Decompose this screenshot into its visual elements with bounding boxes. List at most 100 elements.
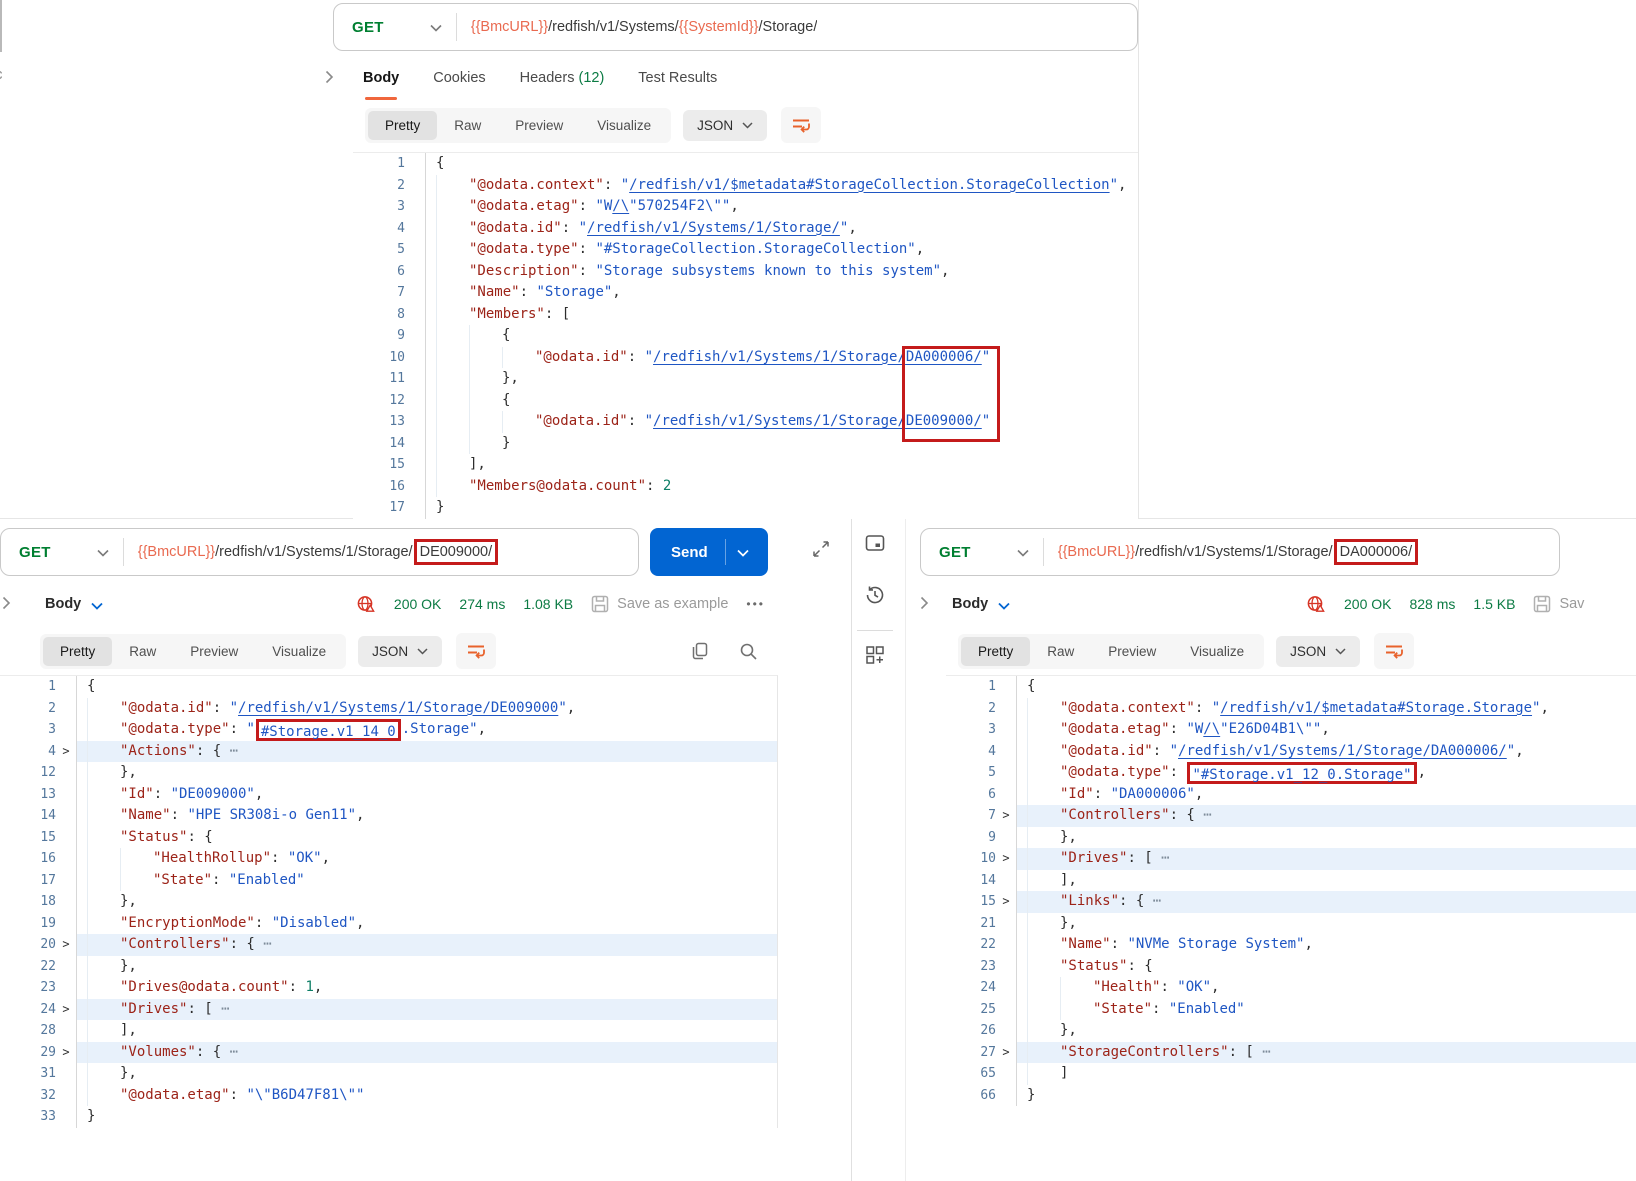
fold-gutter: [56, 913, 76, 935]
response-tab-test-results[interactable]: Test Results: [638, 62, 717, 96]
pane-divider[interactable]: [851, 519, 852, 1181]
fold-gutter: [996, 762, 1016, 784]
history-icon[interactable]: [863, 583, 887, 612]
network-warning-icon[interactable]: [356, 595, 376, 614]
chevron-down-icon[interactable]: [430, 19, 442, 37]
related-collections-icon[interactable]: [863, 643, 887, 672]
code-line-content: },: [425, 368, 1138, 390]
view-tab-visualize[interactable]: Visualize: [255, 637, 343, 666]
json-link[interactable]: /redfish/v1/Systems/1/Storage/: [587, 218, 840, 240]
view-tab-visualize[interactable]: Visualize: [1173, 637, 1261, 666]
url-input[interactable]: {{BmcURL}}/redfish/v1/Systems/{{SystemId…: [457, 19, 818, 35]
line-number: 1: [353, 153, 405, 175]
line-number: 5: [353, 239, 405, 261]
line-number: 17: [0, 870, 56, 892]
fold-gutter: [56, 977, 76, 999]
language-select[interactable]: JSON: [683, 110, 767, 141]
view-tab-preview[interactable]: Preview: [498, 111, 580, 140]
wrap-text-button[interactable]: [781, 107, 821, 143]
status-code[interactable]: 200 OK: [1344, 596, 1391, 612]
fold-toggle-icon[interactable]: >: [56, 1042, 76, 1064]
json-string: "DE009000": [171, 784, 255, 806]
response-size[interactable]: 1.5 KB: [1473, 596, 1515, 612]
code-line: 13"Id": "DE009000",: [0, 784, 777, 806]
fold-gutter: [56, 1020, 76, 1042]
body-section-label[interactable]: Body: [45, 596, 81, 612]
language-select[interactable]: JSON: [358, 636, 442, 667]
json-key: "Volumes": [120, 1042, 196, 1064]
documentation-icon[interactable]: [863, 531, 887, 560]
json-punctuation: :: [154, 784, 171, 806]
url-input[interactable]: {{BmcURL}}/redfish/v1/Systems/1/Storage/…: [1044, 539, 1419, 565]
copy-icon[interactable]: [690, 641, 710, 666]
json-link[interactable]: /\: [612, 196, 629, 218]
chevron-down-icon[interactable]: [726, 542, 749, 562]
code-line-content: }: [1016, 1085, 1636, 1107]
view-tab-visualize[interactable]: Visualize: [580, 111, 668, 140]
fold-toggle-icon[interactable]: >: [996, 1042, 1016, 1064]
collapse-response-icon[interactable]: [325, 70, 334, 89]
view-tab-raw[interactable]: Raw: [1030, 637, 1091, 666]
json-link-annotated[interactable]: DA000006/: [906, 347, 982, 369]
fold-toggle-icon[interactable]: >: [56, 934, 76, 956]
json-link[interactable]: /redfish/v1/Systems/1/Storage/DE009000: [238, 698, 558, 720]
method-select[interactable]: GET: [921, 544, 971, 561]
line-number: 8: [353, 304, 405, 326]
view-tab-raw[interactable]: Raw: [437, 111, 498, 140]
indent-guide: [87, 805, 120, 827]
view-tab-pretty[interactable]: Pretty: [961, 637, 1030, 666]
json-punctuation: :: [1152, 999, 1169, 1021]
view-tab-pretty[interactable]: Pretty: [368, 111, 437, 140]
language-select[interactable]: JSON: [1276, 636, 1360, 667]
fold-toggle-icon[interactable]: >: [56, 999, 76, 1021]
response-tab-body[interactable]: Body: [363, 62, 399, 96]
response-time[interactable]: 828 ms: [1409, 596, 1455, 612]
code-line: 3"@odata.etag": "W/\"570254F2\"",: [353, 196, 1138, 218]
save-as-example-button[interactable]: Save as example: [591, 595, 728, 613]
url-text: /redfish/v1/Systems/: [548, 19, 679, 35]
view-tab-raw[interactable]: Raw: [112, 637, 173, 666]
json-link[interactable]: /redfish/v1/$metadata#Storage.Storage: [1220, 698, 1532, 720]
fold-gutter: [56, 891, 76, 913]
chevron-down-icon[interactable]: [1017, 544, 1029, 562]
method-select[interactable]: GET: [334, 19, 384, 36]
url-input[interactable]: {{BmcURL}}/redfish/v1/Systems/1/Storage/…: [124, 539, 499, 565]
line-number: 24: [946, 977, 996, 999]
response-time[interactable]: 274 ms: [459, 596, 505, 612]
chevron-down-icon[interactable]: [998, 598, 1010, 614]
search-icon[interactable]: [738, 641, 759, 667]
response-tab-headers[interactable]: Headers (12): [520, 62, 605, 96]
wrap-text-button[interactable]: [456, 633, 496, 669]
fold-toggle-icon[interactable]: >: [996, 848, 1016, 870]
network-warning-icon[interactable]: [1306, 595, 1326, 614]
indent-guide: [436, 196, 469, 218]
resize-panes-icon[interactable]: [810, 538, 832, 565]
method-select[interactable]: GET: [1, 544, 51, 561]
wrap-text-button[interactable]: [1374, 633, 1414, 669]
json-link[interactable]: /redfish/v1/$metadata#StorageCollection.…: [629, 175, 1109, 197]
status-code[interactable]: 200 OK: [394, 596, 441, 612]
fold-toggle-icon[interactable]: >: [996, 891, 1016, 913]
fold-toggle-icon[interactable]: >: [56, 741, 76, 763]
more-options-button[interactable]: •••: [746, 597, 765, 611]
response-tab-cookies[interactable]: Cookies: [433, 62, 485, 96]
view-tab-pretty[interactable]: Pretty: [43, 637, 112, 666]
json-link-annotated[interactable]: DE009000/: [906, 411, 982, 433]
view-tab-preview[interactable]: Preview: [1091, 637, 1173, 666]
fold-toggle-icon[interactable]: >: [996, 805, 1016, 827]
code-line: 4"@odata.id": "/redfish/v1/Systems/1/Sto…: [946, 741, 1636, 763]
collapse-response-icon[interactable]: [920, 596, 929, 615]
send-button[interactable]: Send: [650, 528, 768, 576]
json-link[interactable]: /\: [1203, 719, 1220, 741]
view-tab-preview[interactable]: Preview: [173, 637, 255, 666]
chevron-down-icon[interactable]: [97, 544, 109, 562]
json-link[interactable]: /redfish/v1/Systems/1/Storage/: [653, 347, 906, 369]
chevron-down-icon[interactable]: [91, 598, 103, 614]
response-size[interactable]: 1.08 KB: [523, 596, 573, 612]
save-as-example-button[interactable]: Sav: [1533, 595, 1584, 613]
json-link[interactable]: /redfish/v1/Systems/1/Storage/: [653, 411, 906, 433]
body-section-label[interactable]: Body: [952, 596, 988, 612]
code-line: 33}: [0, 1106, 777, 1128]
json-punctuation: :: [230, 719, 247, 741]
json-link[interactable]: /redfish/v1/Systems/1/Storage/DA000006/: [1178, 741, 1507, 763]
